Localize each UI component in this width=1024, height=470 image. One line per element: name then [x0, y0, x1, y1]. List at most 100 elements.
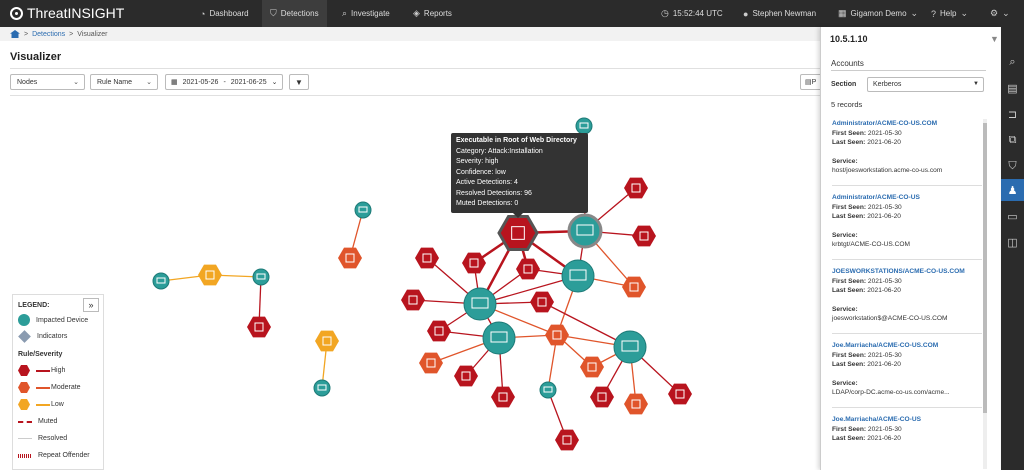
rule-node[interactable] — [198, 264, 222, 286]
rule-name-select[interactable]: Rule Name ⌄ — [90, 74, 158, 90]
rule-node[interactable] — [454, 365, 478, 387]
rule-hexagon[interactable] — [427, 320, 451, 342]
rule-node[interactable] — [555, 429, 579, 451]
detections-icon[interactable]: ⛉ — [1001, 155, 1024, 177]
rule-hexagon[interactable] — [401, 289, 425, 311]
rule-node[interactable] — [624, 393, 648, 415]
detection-graph[interactable] — [10, 96, 820, 470]
rule-node[interactable] — [338, 247, 362, 269]
rule-hexagon[interactable] — [198, 264, 222, 286]
rule-node[interactable] — [491, 386, 515, 408]
collapse-legend-button[interactable]: » — [83, 298, 99, 312]
account-user-link[interactable]: JOESWORKSTATIONS/ACME-CO-US.COM — [832, 267, 982, 277]
nav-detections[interactable]: ⛉ Detections — [262, 0, 327, 27]
account-user-link[interactable]: Administrator/ACME-CO-US.COM — [832, 119, 982, 129]
impacted-device-node[interactable] — [313, 379, 331, 397]
home-icon[interactable] — [10, 30, 20, 38]
terminal-icon[interactable]: ⊐ — [1001, 103, 1024, 125]
breadcrumb-detections[interactable]: Detections — [32, 31, 65, 38]
rule-node[interactable] — [401, 289, 425, 311]
impacted-device-node[interactable] — [482, 321, 516, 355]
settings-menu[interactable]: ⚙ ⌄ — [990, 0, 1010, 27]
rule-hexagon[interactable] — [419, 352, 443, 374]
records-list: Administrator/ACME-CO-US.COM First Seen: … — [821, 119, 989, 462]
device-circle[interactable] — [561, 259, 595, 293]
rule-node[interactable] — [247, 316, 271, 338]
rule-hexagon[interactable] — [338, 247, 362, 269]
impacted-device-node[interactable] — [561, 259, 595, 293]
account-user-link[interactable]: Joe.Marriacha/ACME-CO-US.COM — [832, 341, 982, 351]
rule-hexagon[interactable] — [622, 276, 646, 298]
reports-icon: ◈ — [413, 8, 420, 18]
filter-button[interactable]: ▼ — [289, 74, 309, 90]
rule-node[interactable] — [315, 330, 339, 352]
rule-hexagon[interactable] — [590, 386, 614, 408]
nav-investigate[interactable]: ⌕ Investigate — [342, 0, 390, 27]
device-circle[interactable] — [567, 213, 603, 249]
scrollbar-thumb[interactable] — [983, 123, 987, 413]
rule-node[interactable] — [530, 291, 554, 313]
device-circle[interactable] — [575, 117, 593, 135]
rule-node[interactable] — [590, 386, 614, 408]
device-icon[interactable]: ▭ — [1001, 205, 1024, 227]
panel-filter-icon[interactable]: ▼ — [990, 34, 999, 44]
rule-hexagon[interactable] — [632, 225, 656, 247]
section-select[interactable]: Kerberos ▼ — [867, 77, 984, 92]
device-circle[interactable] — [313, 379, 331, 397]
help-menu[interactable]: ? Help ⌄ — [931, 0, 968, 27]
impacted-device-node[interactable] — [613, 330, 647, 364]
device-circle[interactable] — [539, 381, 557, 399]
impacted-device-node[interactable] — [539, 381, 557, 399]
rule-node[interactable] — [622, 276, 646, 298]
impacted-device-node[interactable] — [575, 117, 593, 135]
rule-hexagon[interactable] — [491, 386, 515, 408]
export-button[interactable]: ▤ P — [800, 74, 822, 90]
org-menu[interactable]: ▦ Gigamon Demo ⌄ — [838, 0, 918, 27]
user-menu[interactable]: ● Stephen Newman — [743, 0, 816, 27]
device-circle[interactable] — [252, 268, 270, 286]
nav-reports[interactable]: ◈ Reports — [413, 0, 452, 27]
rule-node[interactable] — [632, 225, 656, 247]
hierarchy-icon[interactable]: ⧉ — [1001, 129, 1024, 151]
device-circle[interactable] — [354, 201, 372, 219]
rule-name-select-value: Rule Name — [97, 78, 133, 86]
device-circle[interactable] — [463, 287, 497, 321]
service-value: LDAP/corp-DC.acme-co-us.com/acme... — [832, 389, 950, 396]
device-circle[interactable] — [482, 321, 516, 355]
account-user-link[interactable]: Joe.Marriacha/ACME-CO-US — [832, 415, 982, 425]
rule-hexagon[interactable] — [497, 215, 539, 251]
device-circle[interactable] — [613, 330, 647, 364]
rule-hexagon[interactable] — [462, 252, 486, 274]
selected-rule-node[interactable] — [497, 215, 539, 251]
date-range-picker[interactable]: ▦ 2021-05-26 - 2021-06-25 ⌄ — [165, 74, 283, 90]
files-icon[interactable]: ▤ — [1001, 77, 1024, 99]
org-name: Gigamon Demo — [850, 9, 907, 18]
rule-hexagon[interactable] — [247, 316, 271, 338]
nav-investigate-label: Investigate — [351, 9, 390, 18]
search-icon[interactable]: ⌕ — [1001, 51, 1024, 73]
rule-hexagon[interactable] — [555, 429, 579, 451]
accounts-icon[interactable]: ♟ — [1001, 179, 1024, 201]
nav-dashboard[interactable]: ◔ Dashboard — [200, 0, 249, 27]
impacted-device-node[interactable] — [354, 201, 372, 219]
rule-hexagon[interactable] — [624, 393, 648, 415]
rule-hexagon[interactable] — [315, 330, 339, 352]
rule-hexagon[interactable] — [516, 258, 540, 280]
device-circle[interactable] — [152, 272, 170, 290]
impacted-device-node[interactable] — [252, 268, 270, 286]
window-icon[interactable]: ◫ — [1001, 231, 1024, 253]
rule-node[interactable] — [516, 258, 540, 280]
rule-node[interactable] — [419, 352, 443, 374]
record-divider — [832, 406, 982, 408]
impacted-device-node[interactable] — [463, 287, 497, 321]
brand-logo[interactable]: ThreatINSIGHT — [10, 5, 124, 21]
rule-hexagon[interactable] — [454, 365, 478, 387]
rule-node[interactable] — [462, 252, 486, 274]
rule-hexagon[interactable] — [530, 291, 554, 313]
nodes-select[interactable]: Nodes ⌄ — [10, 74, 85, 90]
rule-node[interactable] — [427, 320, 451, 342]
account-user-link[interactable]: Administrator/ACME-CO-US — [832, 193, 982, 203]
records-scrollbar[interactable] — [983, 119, 987, 469]
impacted-device-node[interactable] — [152, 272, 170, 290]
impacted-device-node[interactable] — [567, 213, 603, 249]
